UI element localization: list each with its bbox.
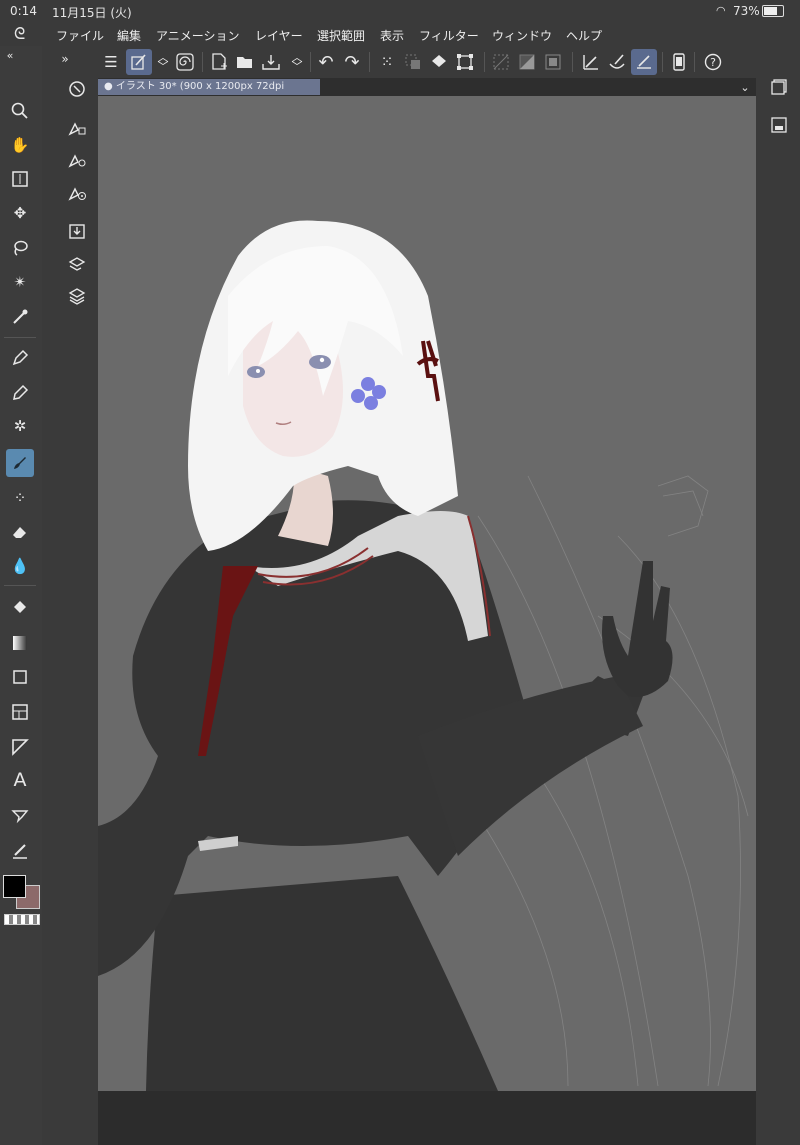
right-panel — [756, 46, 800, 1145]
menu-bar: ᘓ ファイル 編集 アニメーション レイヤー 選択範囲 表示 フィルター ウィン… — [0, 22, 800, 46]
invert-selection-icon[interactable] — [516, 51, 538, 73]
correct-line-icon[interactable] — [9, 839, 31, 861]
menu-animation[interactable]: アニメーション — [156, 27, 240, 44]
snap-special-ruler-icon[interactable] — [606, 51, 628, 73]
divider — [662, 52, 663, 72]
loading-icon[interactable]: ⁙ — [376, 51, 398, 73]
sub-tool-history-icon[interactable] — [66, 78, 88, 100]
menu-selection[interactable]: 選択範囲 — [317, 27, 365, 44]
layer-panel-icon[interactable] — [768, 76, 790, 98]
edit-mode-icon[interactable] — [126, 49, 152, 75]
save-icon[interactable] — [260, 51, 282, 73]
illustration-canvas — [98, 220, 749, 1091]
expand-selection-icon[interactable] — [542, 51, 564, 73]
gradient-icon[interactable] — [9, 632, 31, 654]
menu-layer[interactable]: レイヤー — [255, 27, 303, 44]
eraser-icon[interactable] — [9, 521, 31, 543]
sub-tool-panel — [42, 46, 98, 1145]
battery-icon — [762, 5, 784, 17]
fill-selection-icon[interactable] — [428, 51, 450, 73]
sub-tool-layers-icon[interactable] — [66, 285, 88, 307]
main-color-chip[interactable] — [3, 875, 26, 898]
divider — [4, 585, 36, 586]
scroll-updown-icon[interactable]: ︿ ﹀ — [152, 51, 174, 73]
sub-tool-import-icon[interactable] — [66, 220, 88, 242]
svg-text:?: ? — [710, 56, 716, 69]
menu-filter[interactable]: フィルター — [419, 27, 479, 44]
menu-hamburger-icon[interactable]: ☰ — [100, 51, 122, 73]
command-bar — [98, 46, 756, 78]
divider — [369, 52, 370, 72]
canvas-bottom-area — [98, 1091, 756, 1145]
chevron-down-icon[interactable]: ⌄ — [734, 76, 756, 98]
transform-icon[interactable] — [454, 51, 476, 73]
open-folder-icon[interactable] — [234, 51, 256, 73]
menu-window[interactable]: ウィンドウ — [492, 27, 552, 44]
app-logo-icon[interactable]: ᘓ — [14, 24, 25, 44]
document-tab-bar: ● イラスト 30* (900 x 1200px 72dpi 174.4%) ⌄ — [98, 76, 756, 108]
decoration-icon[interactable]: ⁘ — [9, 487, 31, 509]
hand-icon[interactable]: ✋ — [9, 134, 31, 156]
move-icon[interactable]: ✥ — [9, 202, 31, 224]
snap-ruler-icon[interactable] — [580, 51, 602, 73]
rectangle-icon[interactable] — [9, 666, 31, 688]
frame-icon[interactable] — [9, 701, 31, 723]
eyedropper-icon[interactable] — [9, 306, 31, 328]
menu-help[interactable]: ヘルプ — [566, 27, 602, 44]
lasso-icon[interactable] — [9, 237, 31, 259]
pen-icon[interactable] — [9, 347, 31, 369]
balloon-icon[interactable] — [9, 804, 31, 826]
navigator-icon[interactable] — [9, 168, 31, 190]
canvas[interactable] — [98, 96, 756, 1091]
sub-tool-settings-icon[interactable] — [66, 149, 88, 171]
zoom-icon[interactable] — [8, 46, 30, 68]
expand-panel-icon[interactable]: » — [54, 48, 76, 70]
status-date: 11月15日 (火) — [52, 6, 132, 20]
menu-edit[interactable]: 編集 — [117, 27, 141, 44]
transparent-color-chip[interactable] — [4, 914, 40, 925]
battery-percent: 73% — [733, 4, 760, 18]
airbrush-icon[interactable]: ✲ — [9, 415, 31, 437]
brush-icon[interactable] — [6, 449, 34, 477]
hide-selection-icon[interactable] — [490, 51, 512, 73]
magic-wand-icon[interactable]: ✴ — [9, 271, 31, 293]
pencil-icon[interactable] — [9, 382, 31, 404]
zoom-icon[interactable] — [9, 100, 31, 122]
menu-view[interactable]: 表示 — [380, 27, 404, 44]
undo-icon[interactable]: ↶ — [315, 51, 337, 73]
text-icon[interactable]: A — [9, 769, 31, 791]
status-bar: 0:14 11月15日 (火) ◠ 73% — [0, 0, 800, 22]
snap-grid-icon[interactable] — [631, 49, 657, 75]
divider — [484, 52, 485, 72]
sub-tool-add-icon[interactable] — [66, 117, 88, 139]
sub-tool-group-icon[interactable] — [66, 253, 88, 275]
menu-file[interactable]: ファイル — [56, 27, 104, 44]
material-panel-icon[interactable] — [768, 114, 790, 136]
divider — [572, 52, 573, 72]
divider — [310, 52, 311, 72]
clear-selection-icon[interactable] — [402, 51, 424, 73]
blend-icon[interactable]: 💧 — [9, 555, 31, 577]
spiral-icon[interactable] — [174, 51, 196, 73]
wifi-icon: ◠ — [716, 4, 726, 17]
help-icon[interactable]: ? — [702, 51, 724, 73]
divider — [4, 337, 36, 338]
redo-icon[interactable]: ↷ — [341, 51, 363, 73]
divider — [202, 52, 203, 72]
scroll-updown-icon[interactable]: ︿ ﹀ — [286, 51, 308, 73]
fill-icon[interactable] — [9, 597, 31, 619]
document-tab[interactable]: ● イラスト 30* (900 x 1200px 72dpi 174.4%) — [98, 79, 320, 108]
new-file-icon[interactable] — [208, 51, 230, 73]
device-icon[interactable] — [668, 51, 690, 73]
sub-tool-reset-icon[interactable] — [66, 182, 88, 204]
status-time: 0:14 — [10, 4, 37, 18]
ruler-icon[interactable] — [9, 735, 31, 757]
divider — [694, 52, 695, 72]
